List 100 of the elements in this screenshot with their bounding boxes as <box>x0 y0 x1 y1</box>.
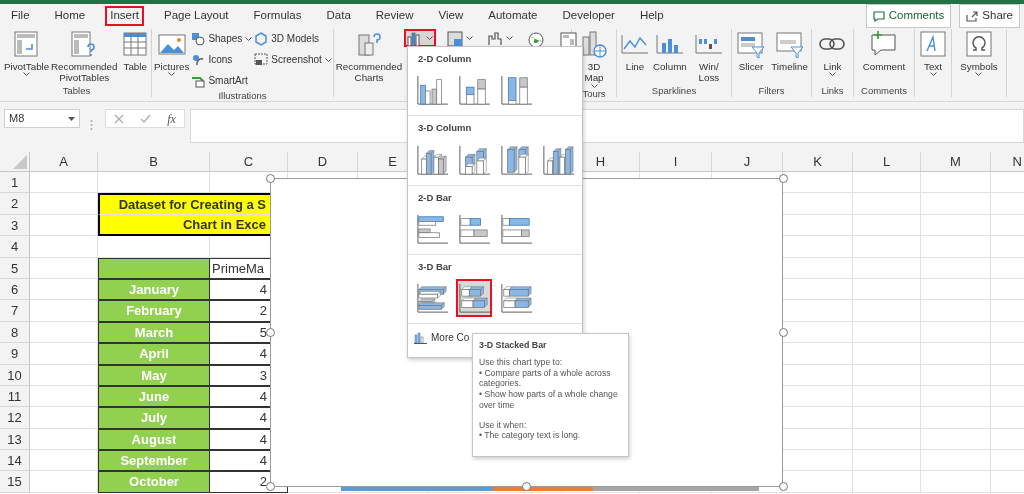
ribbon-button[interactable]: Shapes <box>191 29 253 48</box>
insert-function-button[interactable]: fx <box>167 109 176 128</box>
table-cell[interactable] <box>921 471 991 493</box>
ribbon-button[interactable]: 3D Map <box>579 29 609 88</box>
ribbon-button[interactable]: Recommended PivotTables <box>51 29 118 84</box>
table-cell[interactable] <box>30 236 98 258</box>
menu-tab[interactable]: Data <box>321 6 356 26</box>
ribbon-button[interactable]: Line <box>619 29 651 73</box>
resize-handle[interactable] <box>265 173 275 183</box>
table-cell[interactable] <box>921 385 991 408</box>
ribbon-button[interactable]: Link <box>819 29 846 77</box>
menu-tab[interactable]: Developer <box>557 6 620 26</box>
table-cell[interactable] <box>921 428 991 451</box>
resize-handle[interactable] <box>265 327 275 337</box>
comments-button[interactable]: Comments <box>865 4 952 28</box>
column-header[interactable]: D <box>288 152 358 172</box>
table-cell[interactable] <box>921 236 991 258</box>
table-cell[interactable] <box>853 193 921 215</box>
table-cell[interactable] <box>921 300 991 322</box>
ribbon-button[interactable]: Column <box>653 29 687 73</box>
ribbon-button[interactable]: Comment <box>862 29 906 73</box>
table-cell[interactable] <box>853 407 921 429</box>
resize-handle[interactable] <box>778 481 788 491</box>
table-cell[interactable] <box>853 236 921 258</box>
row-header[interactable]: 11 <box>0 385 30 408</box>
table-cell[interactable] <box>921 193 991 215</box>
table-cell[interactable] <box>853 257 921 279</box>
row-header[interactable]: 4 <box>0 236 30 258</box>
menu-tab[interactable]: Home <box>49 6 91 26</box>
ribbon-button[interactable]: Symbols <box>960 29 998 77</box>
menu-tab[interactable]: Insert <box>105 6 144 26</box>
table-cell[interactable] <box>853 321 921 344</box>
menu-tab[interactable]: Help <box>634 6 669 26</box>
table-cell[interactable] <box>853 364 921 386</box>
table-cell[interactable] <box>853 428 921 451</box>
ribbon-button[interactable]: Icons <box>191 50 253 69</box>
table-cell[interactable] <box>921 407 991 429</box>
ribbon-button[interactable]: Screenshot <box>254 50 332 69</box>
table-cell[interactable] <box>853 300 921 322</box>
resize-handle[interactable] <box>778 173 788 183</box>
table-cell[interactable] <box>98 236 210 258</box>
column-header[interactable]: L <box>853 152 921 172</box>
resize-handle[interactable] <box>265 481 275 491</box>
resize-handle[interactable] <box>521 481 531 491</box>
row-header[interactable]: 6 <box>0 278 30 301</box>
more-charts-link[interactable]: More Co <box>408 324 476 351</box>
table-cell[interactable] <box>921 364 991 386</box>
ribbon-button[interactable]: Recommended Charts <box>336 29 402 84</box>
row-header[interactable]: 1 <box>0 172 30 194</box>
chart-type-option[interactable] <box>456 279 492 317</box>
menu-tab[interactable]: Automate <box>483 6 543 26</box>
menu-tab[interactable]: View <box>433 6 469 26</box>
ribbon-button[interactable]: Text <box>922 29 944 77</box>
table-cell[interactable] <box>853 385 921 408</box>
ribbon-button[interactable]: Pictures <box>154 29 190 77</box>
menu-tab[interactable]: File <box>6 6 35 26</box>
ribbon-button[interactable]: Table <box>119 29 152 73</box>
menu-tab[interactable]: Review <box>370 6 419 26</box>
name-box[interactable]: M8 <box>4 109 80 128</box>
row-header[interactable]: 12 <box>0 407 30 429</box>
row-header[interactable]: 13 <box>0 428 30 451</box>
table-cell[interactable] <box>921 172 991 194</box>
table-cell[interactable] <box>30 172 98 194</box>
row-header[interactable]: 2 <box>0 193 30 215</box>
row-header[interactable]: 14 <box>0 450 30 472</box>
table-cell[interactable] <box>921 450 991 472</box>
ribbon-button[interactable]: Win/Loss <box>688 29 729 84</box>
row-header[interactable]: 15 <box>0 471 30 493</box>
table-cell[interactable] <box>853 343 921 365</box>
ribbon-button[interactable]: PivotTable <box>4 29 50 77</box>
table-cell[interactable] <box>853 278 921 301</box>
column-header[interactable]: K <box>783 152 853 172</box>
column-header[interactable]: M <box>921 152 991 172</box>
table-cell[interactable] <box>921 343 991 365</box>
row-header[interactable]: 3 <box>0 214 30 237</box>
ribbon-button[interactable]: Slicer <box>735 29 768 73</box>
table-cell[interactable] <box>921 321 991 344</box>
resize-handle[interactable] <box>778 327 788 337</box>
table-cell[interactable] <box>853 471 921 493</box>
table-cell[interactable] <box>921 278 991 301</box>
row-header[interactable]: 10 <box>0 364 30 386</box>
menu-tab[interactable]: Formulas <box>248 6 307 26</box>
column-header[interactable]: B <box>98 152 210 172</box>
column-header[interactable]: N <box>991 152 1024 172</box>
table-cell[interactable] <box>921 257 991 279</box>
row-header[interactable]: 9 <box>0 343 30 365</box>
row-header[interactable]: 7 <box>0 300 30 322</box>
column-header[interactable]: J <box>712 152 783 172</box>
ribbon-button[interactable]: 3D Models <box>254 29 332 48</box>
column-header[interactable]: A <box>30 152 98 172</box>
table-cell[interactable] <box>853 450 921 472</box>
row-header[interactable]: 5 <box>0 257 30 279</box>
ribbon-button[interactable]: SmartArt <box>191 71 253 90</box>
share-button[interactable]: Share <box>959 4 1020 28</box>
table-cell[interactable] <box>853 214 921 237</box>
table-cell[interactable] <box>921 214 991 237</box>
table-cell[interactable] <box>853 172 921 194</box>
chart-type-button[interactable] <box>404 29 436 47</box>
menu-tab[interactable]: Page Layout <box>159 6 234 26</box>
column-header[interactable]: C <box>210 152 288 172</box>
